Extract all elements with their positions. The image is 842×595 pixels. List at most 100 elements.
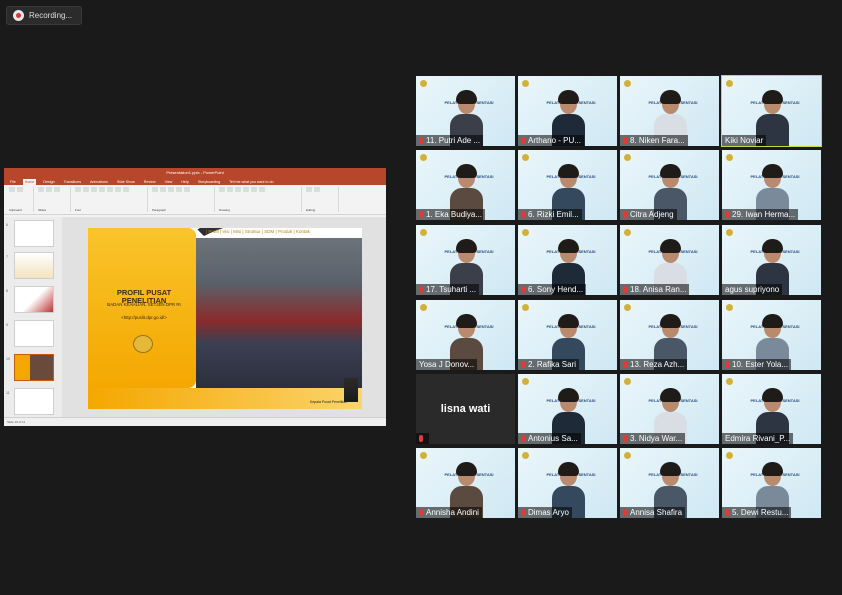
- participant-tile[interactable]: PELATIHAN PRESENTASI agus supriyono: [722, 225, 821, 295]
- dpr-logo-icon: [522, 154, 529, 161]
- participant-name: 13. Reza Azh...: [630, 360, 685, 369]
- slide-number: 10: [6, 357, 10, 361]
- ribbon-group-clipboard[interactable]: Clipboard: [7, 187, 34, 212]
- participant-tile[interactable]: PELATIHAN PRESENTASI Annisa Shafira: [620, 448, 719, 518]
- slide-number: 6: [6, 223, 8, 227]
- recording-label: Recording...: [29, 11, 73, 20]
- participant-name-display: lisna wati: [416, 374, 515, 444]
- participant-tile[interactable]: lisna wati: [416, 374, 515, 444]
- tab-storyboarding[interactable]: Storyboarding: [196, 179, 222, 185]
- tab-slide-show[interactable]: Slide Show: [115, 179, 137, 185]
- participant-name-label: Annisha Andini: [416, 507, 482, 518]
- slide-canvas[interactable]: | Profil | Visi | Misi | Struktur | SDM …: [62, 217, 386, 417]
- shared-screen: Presentation1.pptx - PowerPoint File Hom…: [4, 168, 386, 426]
- dpr-logo-icon: [522, 304, 529, 311]
- participant-tile[interactable]: PELATIHAN PRESENTASI 3. Nidya War...: [620, 374, 719, 444]
- recording-indicator[interactable]: Recording...: [6, 6, 82, 25]
- ribbon-group-drawing[interactable]: Drawing: [217, 187, 302, 212]
- participant-name: Annisha Andini: [426, 508, 479, 517]
- participant-name-label: [416, 433, 429, 444]
- participant-name: Edmira Rivani_P...: [725, 434, 791, 443]
- slide-thumbnail-selected[interactable]: [14, 354, 54, 381]
- dpr-logo-icon: [726, 154, 733, 161]
- tab-help[interactable]: Help: [179, 179, 190, 185]
- ribbon-group-editing[interactable]: Editing: [304, 187, 339, 212]
- participant-name-label: 8. Niken Fara...: [620, 135, 688, 146]
- participant-tile[interactable]: PELATIHAN PRESENTASI 13. Reza Azh...: [620, 300, 719, 370]
- tab-animations[interactable]: Animations: [88, 179, 110, 185]
- participant-name-label: 5. Dewi Restu...: [722, 507, 792, 518]
- participant-name: 1. Eka Budiya...: [426, 210, 483, 219]
- muted-mic-icon: [623, 137, 627, 144]
- participant-name-label: 6. Rizki Emil...: [518, 209, 582, 220]
- tab-review[interactable]: Review: [142, 179, 158, 185]
- participant-tile[interactable]: PELATIHAN PRESENTASI 11. Putri Ade ...: [416, 76, 515, 146]
- dpr-logo-icon: [522, 80, 529, 87]
- participant-tile[interactable]: PELATIHAN PRESENTASI 1. Eka Budiya...: [416, 150, 515, 220]
- participant-tile[interactable]: PELATIHAN PRESENTASI Dimas Aryo: [518, 448, 617, 518]
- dpr-logo-icon: [624, 304, 631, 311]
- participant-name: Arthano - PU...: [528, 136, 581, 145]
- record-icon: [13, 10, 24, 21]
- tab-home[interactable]: Home: [22, 179, 37, 185]
- participant-tile[interactable]: PELATIHAN PRESENTASI 18. Anisa Ran...: [620, 225, 719, 295]
- dpr-logo-icon: [522, 229, 529, 236]
- participant-name-label: Annisa Shafira: [620, 507, 686, 518]
- tab-view[interactable]: View: [163, 179, 175, 185]
- tab-file[interactable]: File: [8, 179, 18, 185]
- dpr-logo-icon: [726, 452, 733, 459]
- participant-name: 10. Ester Yola...: [732, 360, 789, 369]
- slide-thumbnail[interactable]: [14, 388, 54, 415]
- window-title: Presentation1.pptx - PowerPoint: [166, 170, 224, 175]
- participant-tile[interactable]: PELATIHAN PRESENTASI 6. Rizki Emil...: [518, 150, 617, 220]
- muted-mic-icon: [419, 286, 423, 293]
- slide-nav-links: | Profil | Visi | Misi | Struktur | SDM …: [206, 229, 310, 234]
- slide-subtitle: BADAN KEAHLIAN, SETJEN DPR RI: [107, 302, 181, 307]
- dpr-logo-icon: [624, 378, 631, 385]
- tab-design[interactable]: Design: [41, 179, 56, 185]
- participant-tile[interactable]: PELATIHAN PRESENTASI Citra Adjeng: [620, 150, 719, 220]
- participant-name: Yosa J Donov...: [419, 360, 475, 369]
- participant-tile[interactable]: PELATIHAN PRESENTASI 29. Iwan Herma...: [722, 150, 821, 220]
- slide-footer-band: [88, 388, 362, 409]
- participant-name: Dimas Aryo: [528, 508, 569, 517]
- participant-tile[interactable]: PELATIHAN PRESENTASI Arthano - PU...: [518, 76, 617, 146]
- participant-name: 8. Niken Fara...: [630, 136, 685, 145]
- participant-tile[interactable]: PELATIHAN PRESENTASI Edmira Rivani_P...: [722, 374, 821, 444]
- participant-name-label: 18. Anisa Ran...: [620, 284, 690, 295]
- slide-url: <http://puslit.dpr.go.id/>: [121, 315, 167, 320]
- slide-thumbnail[interactable]: [14, 320, 54, 347]
- participant-name-label: 6. Sony Hend...: [518, 284, 587, 295]
- dpr-logo-icon: [522, 452, 529, 459]
- participant-name: agus supriyono: [725, 285, 780, 294]
- current-slide: | Profil | Visi | Misi | Struktur | SDM …: [88, 228, 362, 409]
- slide-thumbnail[interactable]: [14, 252, 54, 279]
- participant-tile[interactable]: PELATIHAN PRESENTASI Yosa J Donov...: [416, 300, 515, 370]
- slide-thumbnail[interactable]: [14, 220, 54, 247]
- participant-tile[interactable]: PELATIHAN PRESENTASI Antonius Sa...: [518, 374, 617, 444]
- dpr-logo-icon: [624, 229, 631, 236]
- ribbon-group-slides[interactable]: Slides: [36, 187, 71, 212]
- tab-transitions[interactable]: Transitions: [62, 179, 83, 185]
- participant-name: 2. Rafika Sari: [528, 360, 577, 369]
- participant-name: 6. Rizki Emil...: [528, 210, 579, 219]
- participant-tile[interactable]: PELATIHAN PRESENTASI 2. Rafika Sari: [518, 300, 617, 370]
- participant-name-label: Yosa J Donov...: [416, 359, 478, 370]
- participant-tile[interactable]: PELATIHAN PRESENTASI 10. Ester Yola...: [722, 300, 821, 370]
- participant-name: 18. Anisa Ran...: [630, 285, 687, 294]
- slide-count: Slide 10 of 11: [7, 420, 26, 424]
- participant-tile[interactable]: PELATIHAN PRESENTASI Annisha Andini: [416, 448, 515, 518]
- ribbon-group-paragraph[interactable]: Paragraph: [150, 187, 215, 212]
- slide-thumbnail[interactable]: [14, 286, 54, 313]
- muted-mic-icon: [419, 509, 423, 516]
- participant-tile[interactable]: PELATIHAN PRESENTASI 6. Sony Hend...: [518, 225, 617, 295]
- tell-me-search[interactable]: Tell me what you want to do: [227, 179, 275, 185]
- participant-tile[interactable]: PELATIHAN PRESENTASI Kiki Noviar: [721, 75, 822, 147]
- participant-tile[interactable]: PELATIHAN PRESENTASI 17. Tsuharti ...: [416, 225, 515, 295]
- participant-tile[interactable]: PELATIHAN PRESENTASI 5. Dewi Restu...: [722, 448, 821, 518]
- ribbon-group-font[interactable]: Font: [73, 187, 148, 212]
- slide-yellow-panel: [88, 228, 196, 388]
- slide-number: 11: [6, 391, 10, 395]
- participant-tile[interactable]: PELATIHAN PRESENTASI 8. Niken Fara...: [620, 76, 719, 146]
- participant-name: Annisa Shafira: [630, 508, 683, 517]
